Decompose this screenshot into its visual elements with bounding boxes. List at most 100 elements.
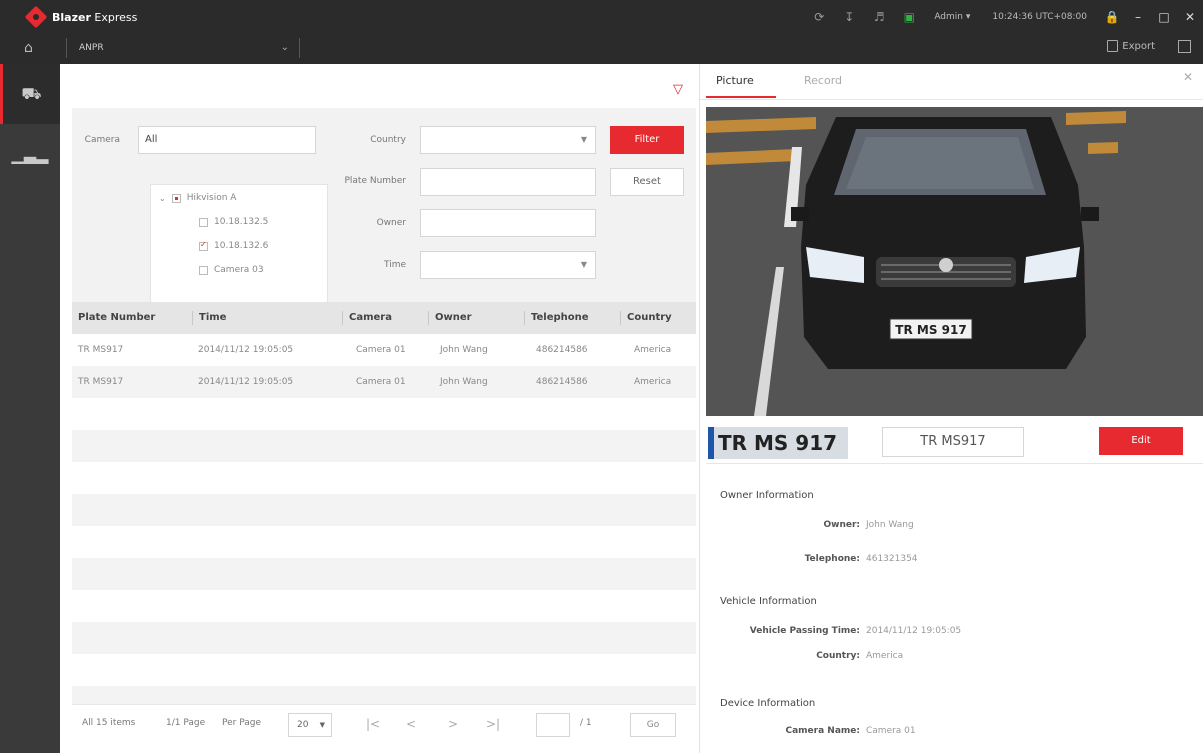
table-row-empty xyxy=(72,494,696,526)
plate-number-field[interactable]: TR MS917 xyxy=(882,427,1024,457)
cell-owner: John Wang xyxy=(440,377,488,387)
col-telephone[interactable]: Telephone xyxy=(524,311,616,325)
chevron-down-icon[interactable]: ⌄ xyxy=(159,194,166,203)
col-time[interactable]: Time xyxy=(192,311,342,325)
per-page-select[interactable]: 20 ▼ xyxy=(288,713,332,737)
left-rail: ⛟ ▁▃▂ xyxy=(0,64,60,753)
col-plate-number[interactable]: Plate Number xyxy=(72,302,192,334)
tree-item-label: Camera 03 xyxy=(214,265,264,275)
last-page-icon[interactable]: >| xyxy=(486,717,500,731)
item-checkbox[interactable] xyxy=(199,240,208,251)
time-label: Time xyxy=(383,260,406,270)
clock: 10:24:36 UTC+08:00 xyxy=(992,12,1087,22)
passing-time-label: Vehicle Passing Time: xyxy=(749,626,860,636)
minimize-button[interactable]: – xyxy=(1125,6,1151,28)
country-field-label: Country: xyxy=(816,651,860,661)
popout-icon[interactable] xyxy=(1178,40,1191,53)
camera-label: Camera xyxy=(84,135,120,145)
tree-item[interactable]: 10.18.132.5 xyxy=(199,217,268,227)
table-row-empty xyxy=(72,430,696,462)
cell-country: America xyxy=(634,345,672,355)
module-selector[interactable]: ANPR ⌄ xyxy=(66,38,300,58)
col-country[interactable]: Country xyxy=(620,311,696,325)
reset-button[interactable]: Reset xyxy=(610,168,684,196)
go-button[interactable]: Go xyxy=(630,713,676,737)
sub-bar: ⌂ ANPR ⌄ Export xyxy=(0,32,1203,64)
table-row[interactable]: TR MS917 2014/11/12 19:05:05 Camera 01 J… xyxy=(72,366,696,398)
refresh-icon[interactable]: ⟳ xyxy=(804,6,834,28)
country-select[interactable]: ▼ xyxy=(420,126,596,154)
hikvision-logo-icon xyxy=(24,5,48,29)
detail-panel: Picture Record ✕ TR MS 917 TR MS 917 TR … xyxy=(700,64,1203,753)
title-bar: Blazer Express ⟳ ↧ ♬ ▣ Admin ▾ 10:24:36 … xyxy=(0,0,1203,64)
telephone-field-label: Telephone: xyxy=(804,554,860,564)
home-icon[interactable]: ⌂ xyxy=(24,40,40,56)
export-icon xyxy=(1107,40,1119,52)
user-menu[interactable]: Admin ▾ xyxy=(924,12,980,22)
total-items: All 15 items xyxy=(82,718,136,728)
col-owner[interactable]: Owner xyxy=(428,311,522,325)
status-icon[interactable]: ▣ xyxy=(894,6,924,28)
cell-time: 2014/11/12 19:05:05 xyxy=(198,377,294,387)
close-button[interactable]: ✕ xyxy=(1177,6,1203,28)
page-total: / 1 xyxy=(580,718,592,728)
caret-down-icon: ▼ xyxy=(580,260,587,269)
plate-number-input[interactable] xyxy=(420,168,596,196)
download-icon[interactable]: ↧ xyxy=(834,6,864,28)
camera-input[interactable]: All xyxy=(138,126,316,154)
brand: Blazer Express xyxy=(24,5,137,29)
close-icon[interactable]: ✕ xyxy=(1183,70,1193,84)
owner-field-value: John Wang xyxy=(866,520,914,530)
module-label: ANPR xyxy=(79,43,104,53)
nav-statistics[interactable]: ▁▃▂ xyxy=(0,124,60,184)
cell-plate: TR MS917 xyxy=(78,377,124,387)
camera-name-value: Camera 01 xyxy=(866,726,916,736)
next-page-icon[interactable]: > xyxy=(448,717,458,731)
item-checkbox[interactable] xyxy=(199,217,208,227)
nav-vehicle[interactable]: ⛟ xyxy=(0,64,60,124)
time-select[interactable]: ▼ xyxy=(420,251,596,279)
tree-item[interactable]: 10.18.132.6 xyxy=(199,240,269,251)
bell-icon[interactable]: ♬ xyxy=(864,6,894,28)
filter-icon[interactable]: ▽ xyxy=(673,82,683,97)
tree-item-label: 10.18.132.5 xyxy=(214,217,269,227)
tab-picture[interactable]: Picture xyxy=(716,74,754,87)
pagination: All 15 items 1/1 Page Per Page 20 ▼ |< <… xyxy=(72,704,696,744)
cell-time: 2014/11/12 19:05:05 xyxy=(198,345,294,355)
search-panel: ▽ Camera All ⌄ Hikvision A 10.18.132.5 1… xyxy=(60,64,700,753)
tree-item[interactable]: Camera 03 xyxy=(199,265,264,275)
country-label: Country xyxy=(370,135,406,145)
first-page-icon[interactable]: |< xyxy=(366,717,380,731)
export-button[interactable]: Export xyxy=(1107,40,1155,52)
plate-number-label: Plate Number xyxy=(344,176,406,186)
car-icon: ⛟ xyxy=(21,83,42,103)
tab-record[interactable]: Record xyxy=(804,74,842,87)
filter-button[interactable]: Filter xyxy=(610,126,684,154)
passing-time-value: 2014/11/12 19:05:05 xyxy=(866,626,962,636)
maximize-button[interactable]: □ xyxy=(1151,6,1177,28)
tree-item-label: 10.18.132.6 xyxy=(214,241,269,251)
prev-page-icon[interactable]: < xyxy=(406,717,416,731)
col-camera[interactable]: Camera xyxy=(342,311,420,325)
table-row[interactable]: TR MS917 2014/11/12 19:05:05 Camera 01 J… xyxy=(72,334,696,366)
title-actions: ⟳ ↧ ♬ ▣ Admin ▾ 10:24:36 UTC+08:00 🔒 – □… xyxy=(804,6,1203,28)
table-row-empty xyxy=(72,526,696,558)
camera-name-label: Camera Name: xyxy=(785,726,861,736)
owner-input[interactable] xyxy=(420,209,596,237)
chevron-down-icon: ⌄ xyxy=(280,42,289,53)
camera-value: All xyxy=(145,134,158,145)
filter-form: Camera All ⌄ Hikvision A 10.18.132.5 10.… xyxy=(72,108,696,334)
item-checkbox[interactable] xyxy=(199,265,208,275)
telephone-field-value: 461321354 xyxy=(866,554,918,564)
page-indicator: 1/1 Page xyxy=(166,718,206,728)
edit-button[interactable]: Edit xyxy=(1099,427,1183,455)
tree-group[interactable]: ⌄ Hikvision A xyxy=(159,193,236,203)
cell-telephone: 486214586 xyxy=(536,377,588,387)
table-row-empty xyxy=(72,398,696,430)
lock-icon[interactable]: 🔒 xyxy=(1099,6,1125,28)
per-page-value: 20 xyxy=(297,720,309,730)
page-number-input[interactable] xyxy=(536,713,570,737)
table-row-empty xyxy=(72,558,696,590)
plate-crop-image: TR MS 917 xyxy=(708,427,848,459)
group-checkbox[interactable] xyxy=(171,193,181,203)
